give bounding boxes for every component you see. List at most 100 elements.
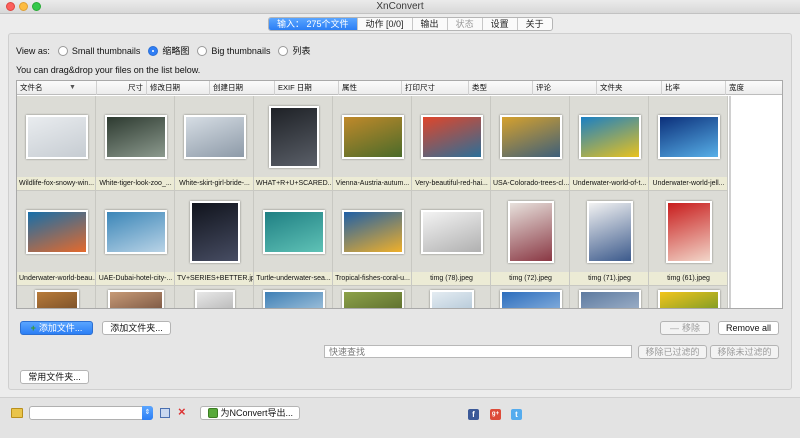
thumbnail-image: [578, 115, 641, 159]
thumbnail-cell[interactable]: WHAT+R+U+SCARED...: [254, 96, 333, 191]
thumbnail-cell[interactable]: [17, 286, 96, 308]
thumbnail-cell[interactable]: Turtle-underwater-sea...: [254, 191, 333, 286]
thumbnail-image: [104, 210, 167, 254]
thumbnail-cell[interactable]: Underwater-world-jell...: [649, 96, 728, 191]
thumbnail-image: [657, 115, 720, 159]
thumbnail-cell[interactable]: White-tiger-look-zoo_...: [96, 96, 175, 191]
tab-3[interactable]: 状态: [448, 18, 483, 30]
column-header-2[interactable]: 修改日期: [147, 81, 210, 95]
remove-button[interactable]: — 移除: [660, 321, 710, 335]
window-maximize-button[interactable]: [32, 2, 41, 11]
thumbnail-cell[interactable]: [570, 286, 649, 308]
thumbnail-image: [107, 290, 164, 308]
grid-divider: [729, 96, 731, 308]
thumbnail-cell[interactable]: [96, 286, 175, 308]
thumbnail-cell[interactable]: USA-Colorado-trees-cl...: [491, 96, 570, 191]
thumbnail-image: [25, 115, 88, 159]
thumbnail-cell[interactable]: Very-beautiful-red-hai...: [412, 96, 491, 191]
thumbnail-image: [420, 210, 483, 254]
thumbnail-cell[interactable]: timg (78).jpeg: [412, 191, 491, 286]
facebook-icon[interactable]: f: [468, 409, 479, 420]
thumbnail-image: [104, 115, 167, 159]
thumbnail-cell[interactable]: [254, 286, 333, 308]
folder-icon[interactable]: [11, 408, 23, 418]
thumbnail-caption: Underwater-world-of-t...: [570, 177, 648, 190]
title-bar: XnConvert: [0, 0, 800, 14]
column-header-10[interactable]: 比率: [662, 81, 726, 95]
thumbnail-cell[interactable]: [175, 286, 254, 308]
thumbnail-caption: Tropical-fishes-coral-u...: [333, 272, 411, 285]
tab-4[interactable]: 设置: [483, 18, 518, 30]
tab-2[interactable]: 输出: [413, 18, 448, 30]
plus-icon: +: [30, 323, 36, 333]
main-tabs: 输入： 275个文件 动作 [0/0] 输出 状态 设置 关于: [268, 17, 553, 31]
thumbnail-caption: White-tiger-look-zoo_...: [96, 177, 174, 190]
thumbnail-cell[interactable]: Underwater-world-of-t...: [570, 96, 649, 191]
remove-all-button[interactable]: Remove all: [718, 321, 779, 335]
thumbnail-cell[interactable]: timg (72).jpeg: [491, 191, 570, 286]
radio-thumbnails[interactable]: [148, 45, 159, 56]
thumbnail-image: [586, 201, 633, 263]
tab-1[interactable]: 动作 [0/0]: [358, 18, 413, 30]
thumbnail-caption: WHAT+R+U+SCARED...: [254, 177, 332, 190]
thumbnail-cell[interactable]: Wildlife-fox-snowy-win...: [17, 96, 96, 191]
thumbnail-image: [341, 290, 404, 308]
chevron-updown-icon[interactable]: ⇕: [142, 406, 153, 420]
add-folder-button[interactable]: 添加文件夹...: [102, 321, 171, 335]
column-header-4[interactable]: EXIF 日期: [275, 81, 339, 95]
thumbnail-cell[interactable]: [333, 286, 412, 308]
remove-filtered-button[interactable]: 移除已过滤的: [638, 345, 707, 359]
thumbnail-cell[interactable]: timg (61).jpeg: [649, 191, 728, 286]
thumbnail-cell[interactable]: [491, 286, 570, 308]
tab-0[interactable]: 输入： 275个文件: [269, 18, 358, 30]
radio-big-thumbnails[interactable]: [197, 45, 208, 56]
thumbnail-image: [665, 201, 712, 263]
column-header-6[interactable]: 打印尺寸: [402, 81, 469, 95]
thumbnail-cell[interactable]: Underwater-world-beau...: [17, 191, 96, 286]
preset-combo[interactable]: ⇕: [29, 406, 153, 420]
thumbnail-cell[interactable]: Tropical-fishes-coral-u...: [333, 191, 412, 286]
thumbnail-cell[interactable]: timg (71).jpeg: [570, 191, 649, 286]
column-header-5[interactable]: 属性: [339, 81, 402, 95]
google-plus-icon[interactable]: g+: [490, 409, 501, 420]
remove-unfiltered-button[interactable]: 移除未过滤的: [710, 345, 779, 359]
column-header-1[interactable]: 尺寸: [97, 81, 147, 95]
delete-icon[interactable]: ×: [178, 404, 186, 419]
radio-list-label[interactable]: 列表: [292, 44, 310, 57]
common-folder-button[interactable]: 常用文件夹...: [20, 370, 89, 384]
thumbnail-cell[interactable]: TV+SERIES+BETTER.jpg: [175, 191, 254, 286]
save-icon[interactable]: [160, 408, 170, 418]
thumbnail-image: [262, 210, 325, 254]
column-header-3[interactable]: 创建日期: [210, 81, 275, 95]
window-title: XnConvert: [376, 1, 424, 12]
thumbnail-image: [183, 115, 246, 159]
thumbnail-cell[interactable]: [412, 286, 491, 308]
thumbnail-image: [34, 290, 79, 308]
thumbnail-cell[interactable]: UAE-Dubai-hotel-city-...: [96, 191, 175, 286]
window-close-button[interactable]: [6, 2, 15, 11]
thumbnail-caption: timg (72).jpeg: [491, 272, 569, 285]
file-list[interactable]: 文件名 ▼ 尺寸 修改日期 创建日期 EXIF 日期 属性 打印尺寸 类型 评论 文件夹 比率 宽度 W…: [16, 80, 783, 309]
column-header-0[interactable]: 文件名 ▼: [17, 81, 97, 95]
column-header-11[interactable]: 宽度: [726, 81, 782, 95]
export-icon: [208, 408, 218, 418]
add-files-button[interactable]: + 添加文件...: [20, 321, 93, 335]
thumbnail-caption: White-skirt-girl-bride-...: [175, 177, 253, 190]
column-header-7[interactable]: 类型: [469, 81, 533, 95]
radio-thumbnails-label[interactable]: 缩略图: [162, 44, 189, 57]
radio-big-thumbnails-label[interactable]: Big thumbnails: [211, 46, 270, 56]
thumbnail-image: [657, 290, 720, 308]
thumbnail-cell[interactable]: White-skirt-girl-bride-...: [175, 96, 254, 191]
radio-small-thumbnails-label[interactable]: Small thumbnails: [72, 46, 141, 56]
window-minimize-button[interactable]: [19, 2, 28, 11]
radio-small-thumbnails[interactable]: [57, 45, 68, 56]
tab-5[interactable]: 关于: [518, 18, 552, 30]
column-header-8[interactable]: 评论: [533, 81, 597, 95]
radio-list[interactable]: [278, 45, 289, 56]
quick-search-input[interactable]: [324, 345, 632, 358]
view-as-label: View as:: [16, 45, 50, 56]
column-header-9[interactable]: 文件夹: [597, 81, 662, 95]
twitter-icon[interactable]: t: [511, 409, 522, 420]
thumbnail-cell[interactable]: Vienna-Austria-autum...: [333, 96, 412, 191]
thumbnail-cell[interactable]: [649, 286, 728, 308]
